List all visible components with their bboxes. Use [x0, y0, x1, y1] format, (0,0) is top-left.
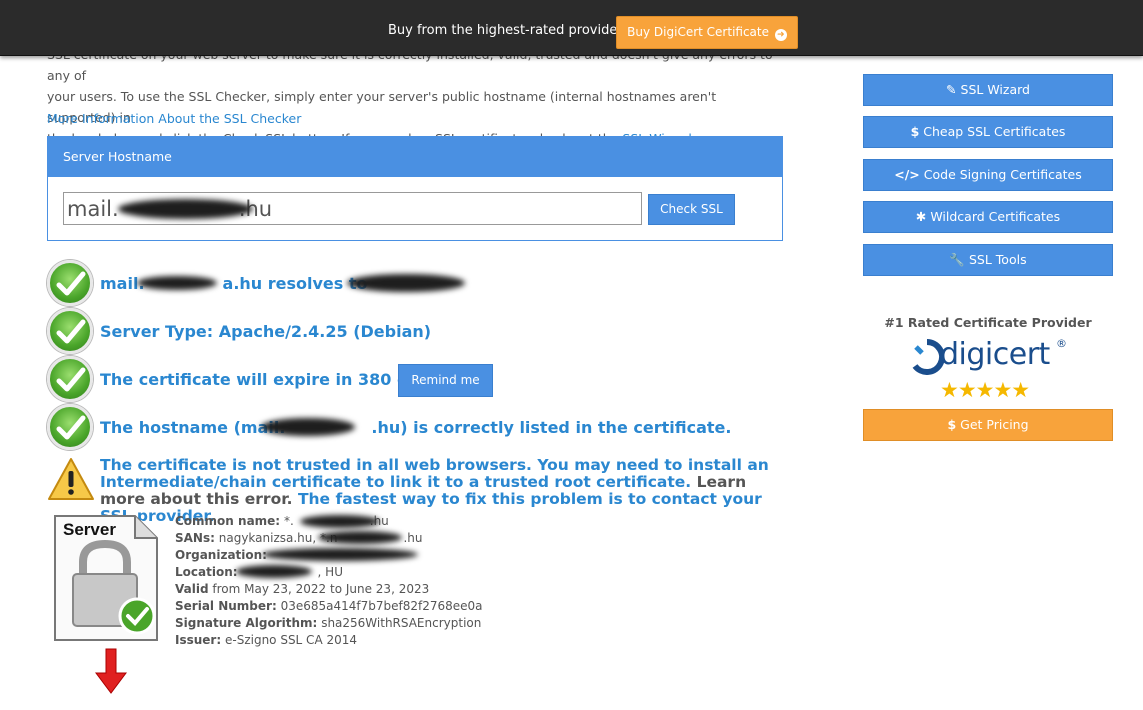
get-pricing-button[interactable]: $ Get Pricing	[863, 409, 1113, 441]
signature-algorithm-row: Signature Algorithm: sha256WithRSAEncryp…	[175, 616, 482, 630]
result-hostname-listed: The hostname (mail. .hu) is correctly lis…	[47, 404, 787, 450]
issuer-row: Issuer: e-Szigno SSL CA 2014	[175, 633, 358, 647]
arrow-right-icon: ➜	[774, 29, 787, 41]
rating-stars: ★★★★★	[940, 378, 1030, 402]
redaction	[118, 199, 253, 219]
sidebar-cheap-ssl-button[interactable]: $ Cheap SSL Certificates	[863, 116, 1113, 148]
location-row: Location:, HU	[175, 565, 343, 579]
rated-provider-title: #1 Rated Certificate Provider	[884, 315, 1092, 330]
redaction	[261, 418, 355, 436]
hostname-panel: Server Hostname Check SSL	[47, 136, 783, 241]
more-info-link[interactable]: More Information About the SSL Checker	[47, 111, 301, 126]
redaction	[262, 548, 418, 561]
check-icon	[47, 260, 93, 306]
redaction	[347, 274, 465, 292]
promo-bar: Buy from the highest-rated provider Buy …	[0, 0, 1143, 56]
sidebar-ssl-wizard-button[interactable]: ✎ SSL Wizard	[863, 74, 1113, 106]
valid-row: Valid from May 23, 2022 to June 23, 2023	[175, 582, 430, 596]
panel-title: Server Hostname	[48, 137, 782, 177]
check-icon	[47, 308, 93, 354]
redaction	[137, 276, 217, 290]
redaction	[236, 565, 312, 578]
sidebar-wildcard-button[interactable]: ✱ Wildcard Certificates	[863, 201, 1113, 233]
digicert-logo[interactable]: digicert ®	[910, 337, 1070, 377]
result-expiry: The certificate will expire in 380 days.…	[47, 356, 787, 402]
intro-paragraph: SSL certificate on your web server to ma…	[47, 44, 787, 149]
promo-text: Buy from the highest-rated provider	[388, 23, 623, 38]
chain-arrow-icon	[95, 648, 127, 694]
check-icon	[47, 356, 93, 402]
redaction	[300, 515, 380, 528]
result-server-type: Server Type: Apache/2.4.25 (Debian)	[47, 308, 787, 354]
server-label: Server	[63, 520, 116, 539]
code-icon: </>	[894, 167, 920, 182]
sidebar-ssl-tools-button[interactable]: 🔧 SSL Tools	[863, 244, 1113, 276]
warning-icon	[48, 458, 94, 500]
asterisk-icon: ✱	[915, 209, 927, 224]
dollar-icon: $	[947, 417, 957, 432]
wrench-icon: 🔧	[949, 252, 965, 267]
wand-icon: ✎	[946, 82, 957, 97]
digicert-logo-mark	[912, 339, 944, 375]
dollar-icon: $	[910, 124, 920, 139]
remind-me-button[interactable]: Remind me	[398, 364, 493, 397]
check-ssl-button[interactable]: Check SSL	[648, 194, 735, 225]
result-resolves: mail. a.hu resolves to	[47, 260, 787, 306]
sidebar-code-signing-button[interactable]: </> Code Signing Certificates	[863, 159, 1113, 191]
result-trust-warning: The certificate is not trusted in all we…	[47, 456, 787, 525]
server-certificate-icon: Server	[54, 515, 158, 641]
serial-row: Serial Number: 03e685a414f7b7bef82f2768e…	[175, 599, 483, 613]
buy-digicert-button[interactable]: Buy DigiCert Certificate ➜	[616, 16, 798, 49]
check-icon	[47, 404, 93, 450]
warning-message: The certificate is not trusted in all we…	[100, 456, 769, 491]
redaction	[318, 531, 402, 544]
